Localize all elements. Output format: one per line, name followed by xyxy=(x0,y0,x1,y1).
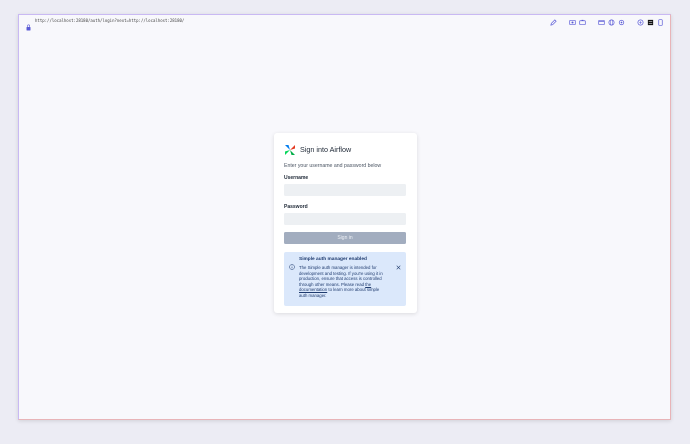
address-bar[interactable]: http://localhost:28180/auth/login?next=h… xyxy=(19,15,670,31)
alert-title: Simple auth manager enabled xyxy=(299,257,367,262)
phone-icon[interactable] xyxy=(657,18,664,26)
card-header: Sign into Airflow xyxy=(284,143,407,155)
menu-icon[interactable] xyxy=(647,19,654,26)
username-input[interactable] xyxy=(284,184,406,196)
settings-icon[interactable] xyxy=(618,19,625,26)
edit-icon[interactable] xyxy=(550,18,557,26)
lock-icon xyxy=(26,18,31,31)
window-icon[interactable] xyxy=(598,19,605,26)
screenshot-icon[interactable] xyxy=(569,19,576,26)
info-icon xyxy=(289,257,295,270)
password-label: Password xyxy=(284,204,308,210)
login-subtitle: Enter your username and password below xyxy=(284,163,382,169)
camera-icon[interactable] xyxy=(579,19,586,26)
signin-button[interactable]: Sign in xyxy=(284,232,406,244)
username-label: Username xyxy=(284,175,309,181)
page-title: Sign into Airflow xyxy=(300,144,352,154)
close-icon[interactable] xyxy=(396,257,401,270)
browser-window: http://localhost:28180/auth/login?next=h… xyxy=(18,14,671,420)
url-text[interactable]: http://localhost:28180/auth/login?next=h… xyxy=(35,18,184,23)
airflow-logo-icon xyxy=(284,143,296,155)
browser-toolbar xyxy=(550,18,664,26)
globe-icon[interactable] xyxy=(608,19,615,26)
password-input[interactable] xyxy=(284,213,406,225)
login-card: Sign into Airflow Enter your username an… xyxy=(274,133,417,313)
auth-warning-alert: Simple auth manager enabled The Simple a… xyxy=(284,252,406,306)
alert-body: The Simple auth manager is intended for … xyxy=(299,265,385,299)
extension-icon[interactable] xyxy=(637,19,644,26)
